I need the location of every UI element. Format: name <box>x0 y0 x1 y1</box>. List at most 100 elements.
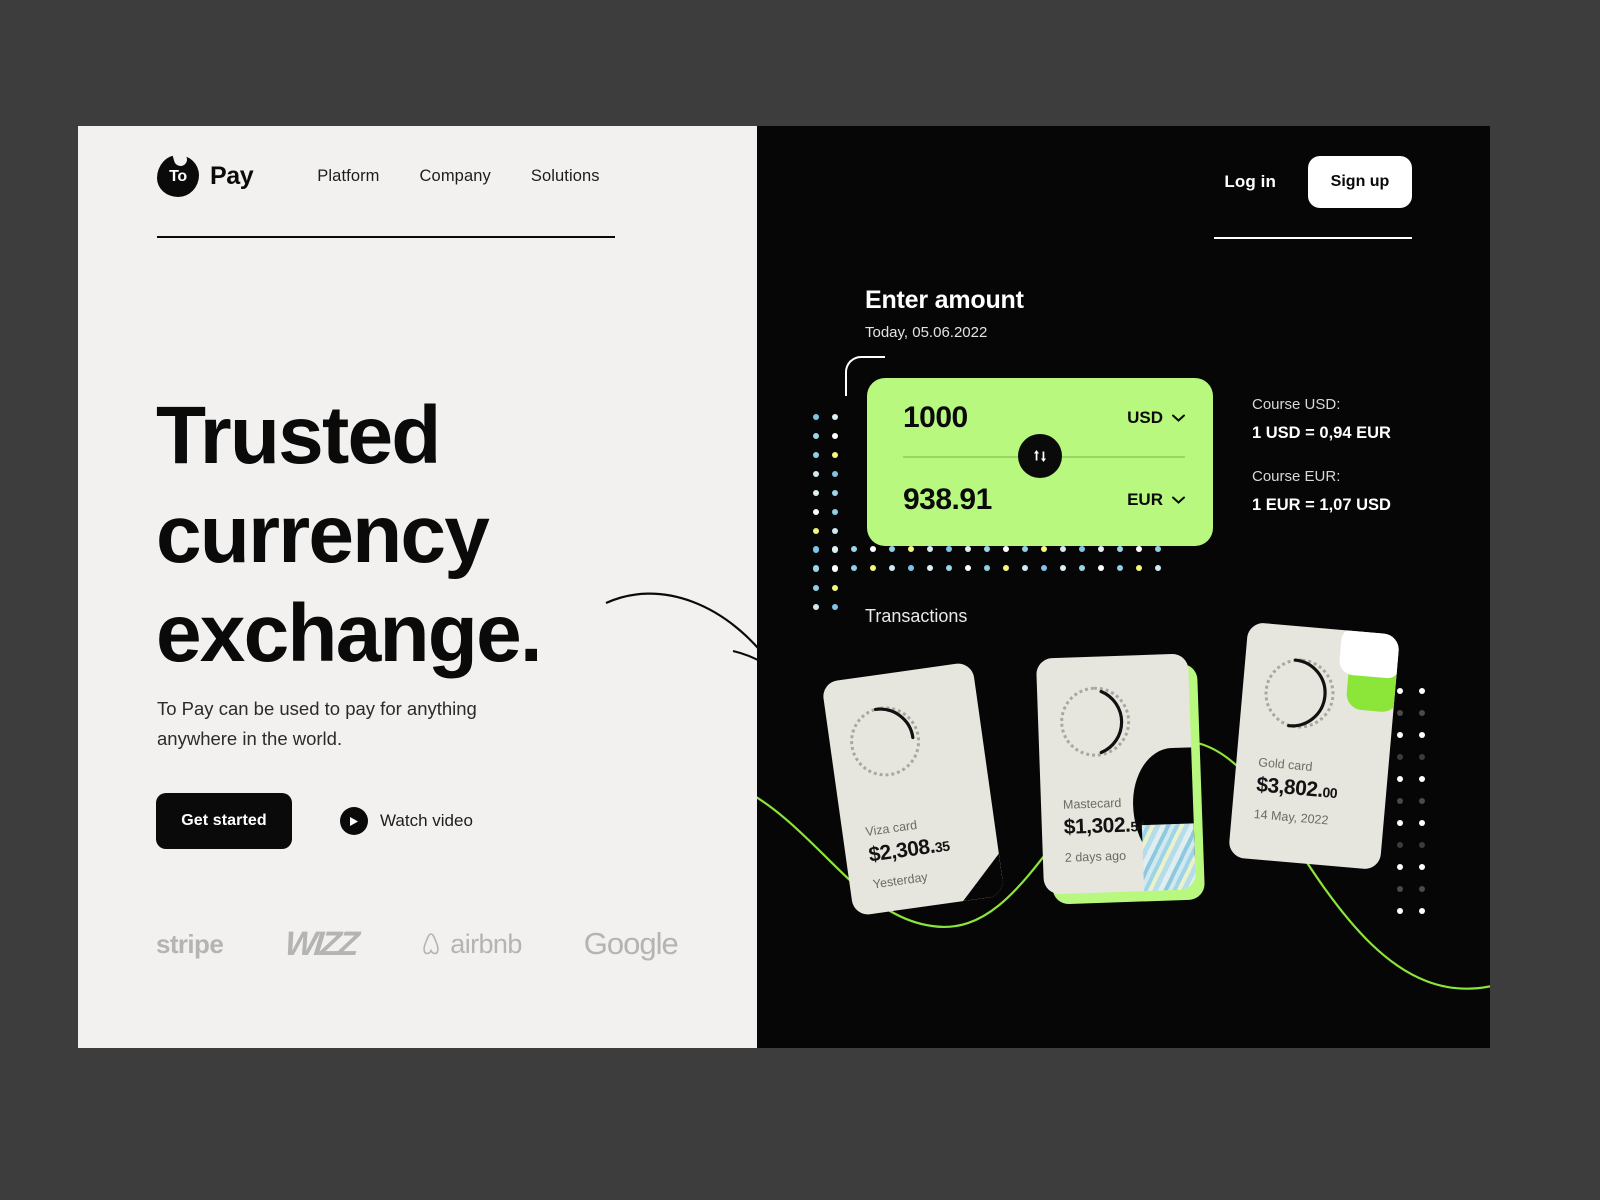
enter-amount-title: Enter amount <box>865 286 1024 314</box>
logo[interactable]: To Pay <box>157 155 254 197</box>
rates-block: Course USD: 1 USD = 0,94 EUR Course EUR:… <box>1252 396 1391 515</box>
card-time: 14 May, 2022 <box>1253 807 1329 828</box>
right-panel: Log in Sign up Enter amount Today, 05.06… <box>757 126 1490 1048</box>
dot <box>813 471 819 477</box>
card-amount-cents: 00 <box>1321 783 1338 802</box>
login-link[interactable]: Log in <box>1224 172 1276 192</box>
auth-divider <box>1214 237 1412 239</box>
card-amount-main: $2,308. <box>867 834 937 867</box>
rate-value-eur: 1 EUR = 1,07 USD <box>1252 496 1391 514</box>
dot <box>1397 842 1403 848</box>
transaction-card-gold[interactable]: Gold card $3,802.00 14 May, 2022 <box>1228 621 1400 871</box>
progress-arc-icon <box>873 707 915 740</box>
card-amount-cents: 35 <box>933 837 951 856</box>
dot <box>1397 776 1403 782</box>
card-amount: $3,802.00 <box>1255 773 1338 804</box>
dot <box>813 433 819 439</box>
to-currency-label: EUR <box>1127 490 1163 509</box>
card-corner-notch <box>957 853 1005 902</box>
dot <box>1419 886 1425 892</box>
watch-video-button[interactable]: Watch video <box>340 807 473 835</box>
dot <box>1419 820 1425 826</box>
logo-shield-icon: To <box>157 155 199 197</box>
dot <box>1397 688 1403 694</box>
dot <box>1419 864 1425 870</box>
nav-item-company[interactable]: Company <box>420 167 491 186</box>
dot <box>813 509 819 515</box>
play-icon <box>340 807 368 835</box>
swap-currency-button[interactable] <box>1018 434 1062 478</box>
dot <box>1419 688 1425 694</box>
dot <box>1397 908 1403 914</box>
dot <box>813 565 819 571</box>
dot <box>813 546 819 552</box>
site-header-left: To Pay Platform Company Solutions <box>157 155 615 197</box>
dot <box>813 414 819 420</box>
dot <box>1397 710 1403 716</box>
from-currency-select[interactable]: USD <box>1127 408 1185 428</box>
transaction-card-mastercard[interactable]: Mastecard $1,302.54 2 days ago <box>1035 653 1197 895</box>
progress-arc-icon <box>1099 689 1124 755</box>
card-name: Mastecard <box>1062 795 1122 812</box>
brand-google-logo: Google <box>583 926 679 961</box>
header-divider <box>157 236 615 238</box>
page-title: Trusted currency exchange. <box>156 390 543 679</box>
rate-label-eur: Course EUR: <box>1252 468 1341 485</box>
dot <box>1419 754 1425 760</box>
exchange-to-row: 938.91 EUR <box>903 483 1185 517</box>
dot <box>1419 776 1425 782</box>
to-currency-select[interactable]: EUR <box>1127 490 1185 510</box>
dot <box>1397 886 1403 892</box>
from-currency-label: USD <box>1127 408 1163 427</box>
dot-grid-right <box>1397 688 1441 930</box>
chevron-down-icon <box>1172 496 1185 504</box>
card-amount: $2,308.35 <box>867 833 951 868</box>
transactions-label: Transactions <box>865 606 968 626</box>
brand-airbnb-logo: airbnb <box>418 928 522 960</box>
exchange-widget: 1000 USD 938.91 EUR <box>837 356 1257 576</box>
card-amount: $1,302.54 <box>1063 813 1145 840</box>
main-nav: Platform Company Solutions <box>317 167 599 186</box>
card-amount-main: $3,802. <box>1255 773 1324 802</box>
brand-wizz-logo: WIZZ <box>283 924 359 963</box>
dot <box>1419 842 1425 848</box>
dot <box>1419 710 1425 716</box>
dot <box>1397 864 1403 870</box>
signup-button[interactable]: Sign up <box>1308 156 1412 208</box>
progress-arc-icon <box>1287 658 1327 728</box>
nav-item-solutions[interactable]: Solutions <box>531 167 600 186</box>
dot <box>813 490 819 496</box>
rate-value-usd: 1 USD = 0,94 EUR <box>1252 424 1391 442</box>
rate-label-usd: Course USD: <box>1252 396 1341 413</box>
from-amount-input[interactable]: 1000 <box>903 401 968 435</box>
dot <box>1419 908 1425 914</box>
dot <box>1419 798 1425 804</box>
dot <box>1397 820 1403 826</box>
watch-video-label: Watch video <box>380 811 473 830</box>
brand-airbnb-label: airbnb <box>450 928 522 959</box>
hero-subtitle: To Pay can be used to pay for anything a… <box>157 698 477 749</box>
hero-cta-row: Get started Watch video <box>156 793 473 849</box>
dot <box>1397 754 1403 760</box>
transaction-card-viza[interactable]: Viza card $2,308.35 Yesterday <box>821 661 1005 917</box>
card-time: Yesterday <box>871 869 929 892</box>
get-started-button[interactable]: Get started <box>156 793 292 849</box>
dot <box>1397 798 1403 804</box>
left-panel: To Pay Platform Company Solutions Truste… <box>78 126 779 1048</box>
dot <box>1419 732 1425 738</box>
dot <box>832 585 838 591</box>
app-window: To Pay Platform Company Solutions Truste… <box>78 126 1490 1048</box>
card-amount-main: $1,302. <box>1063 813 1131 839</box>
card-white-accent <box>1338 626 1400 680</box>
dot <box>813 585 819 591</box>
nav-item-platform[interactable]: Platform <box>317 167 379 186</box>
dot <box>813 452 819 458</box>
to-amount-input[interactable]: 938.91 <box>903 483 992 517</box>
dot <box>813 528 819 534</box>
card-name: Gold card <box>1257 755 1313 774</box>
partner-logos: stripe WIZZ airbnb Google <box>156 914 716 974</box>
logo-mark-text: To <box>169 168 187 185</box>
exchange-card: 1000 USD 938.91 EUR <box>867 378 1213 546</box>
chevron-down-icon <box>1172 414 1185 422</box>
exchange-from-row: 1000 USD <box>903 401 1185 435</box>
